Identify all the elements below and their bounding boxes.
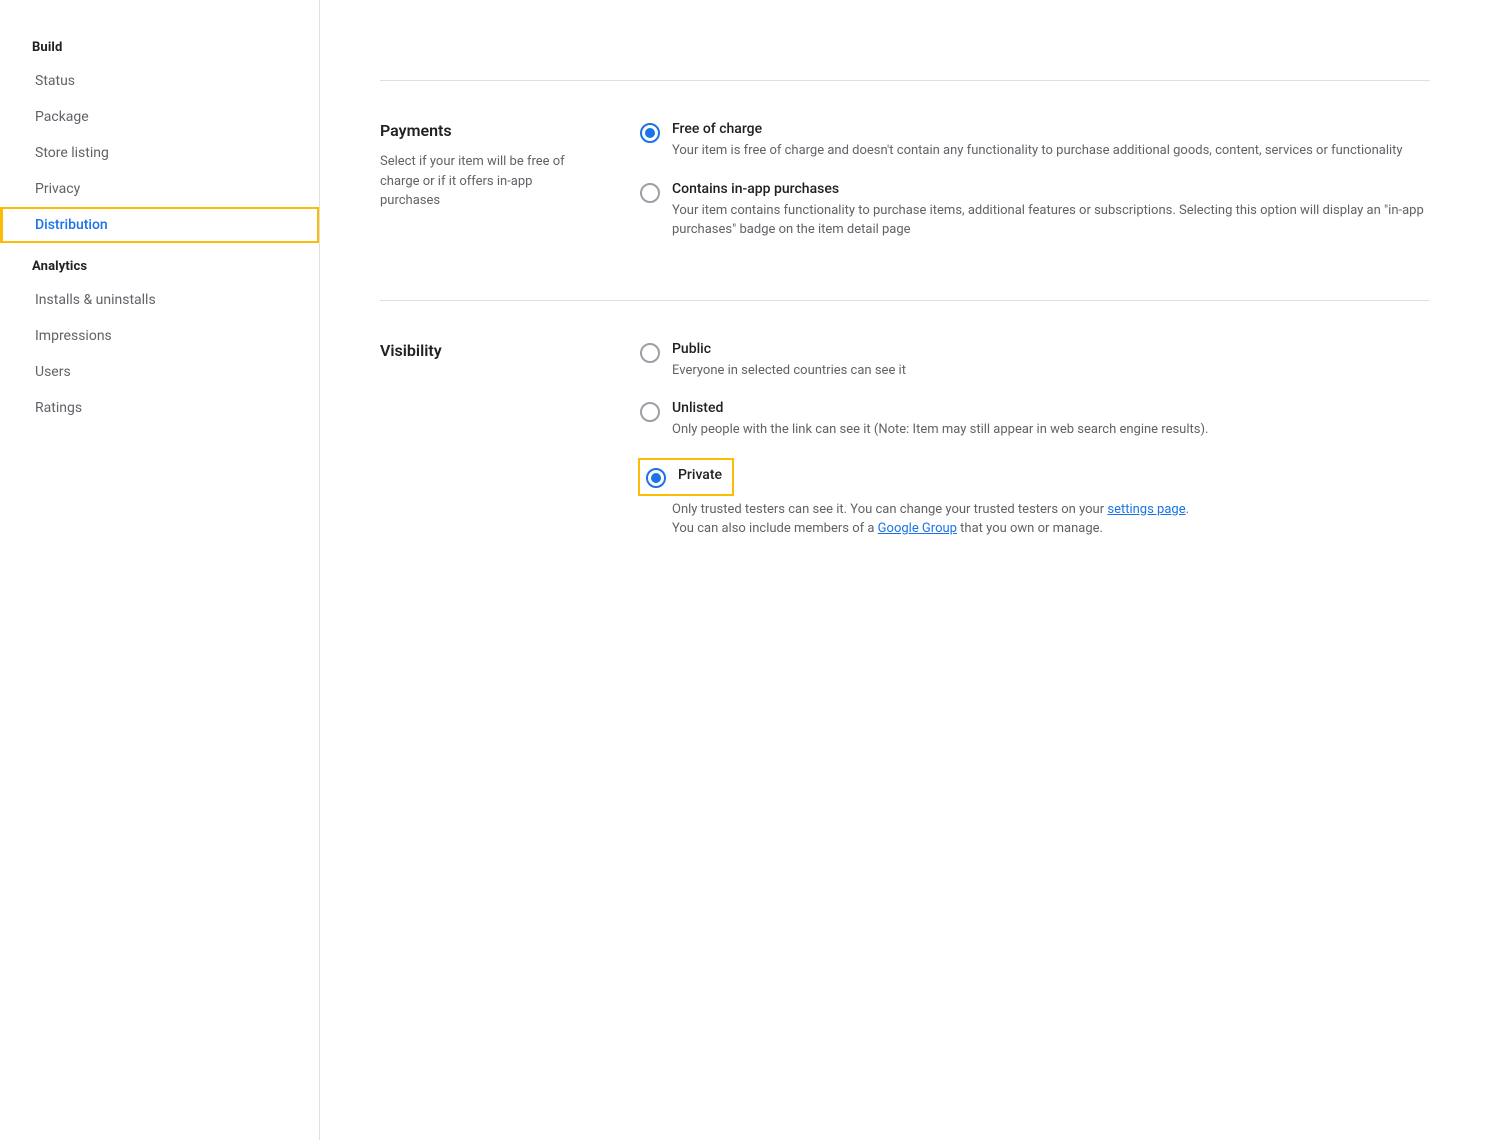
radio-desc-free-of-charge: Your item is free of charge and doesn't …	[672, 141, 1430, 161]
radio-free-of-charge[interactable]	[640, 123, 660, 143]
radio-option-contains-in-app: Contains in-app purchases Your item conta…	[640, 181, 1430, 240]
sidebar-item-privacy[interactable]: Privacy	[0, 171, 319, 207]
section-label-payments: Payments	[380, 121, 580, 140]
section-label-visibility: Visibility	[380, 341, 580, 360]
radio-title-private: Private	[678, 467, 722, 483]
section-payments: Payments Select if your item will be free…	[380, 80, 1430, 300]
radio-desc-contains-in-app: Your item contains functionality to purc…	[672, 201, 1430, 240]
sidebar-section-analytics: Analytics	[0, 243, 319, 282]
sidebar-item-package[interactable]: Package	[0, 99, 319, 135]
radio-unlisted[interactable]	[640, 402, 660, 422]
main-content: Payments Select if your item will be free…	[320, 0, 1490, 1140]
radio-title-free-of-charge: Free of charge	[672, 121, 1430, 137]
radio-contains-in-app[interactable]	[640, 183, 660, 203]
radio-desc-public: Everyone in selected countries can see i…	[672, 361, 1430, 381]
sidebar-item-installs-uninstalls[interactable]: Installs & uninstalls	[0, 282, 319, 318]
section-visibility: Visibility Public Everyone in selected cou…	[380, 300, 1430, 603]
radio-title-unlisted: Unlisted	[672, 400, 1430, 416]
radio-desc-unlisted: Only people with the link can see it (No…	[672, 420, 1430, 440]
sidebar-section-build: Build	[0, 24, 319, 63]
sidebar-item-ratings[interactable]: Ratings	[0, 390, 319, 426]
sidebar-item-status[interactable]: Status	[0, 63, 319, 99]
radio-title-contains-in-app: Contains in-app purchases	[672, 181, 1430, 197]
sidebar-item-distribution[interactable]: Distribution	[0, 207, 319, 243]
sidebar: BuildStatusPackageStore listingPrivacyDi…	[0, 0, 320, 1140]
radio-option-free-of-charge: Free of charge Your item is free of charg…	[640, 121, 1430, 161]
google-group-link[interactable]: Google Group	[878, 521, 957, 536]
sidebar-item-store-listing[interactable]: Store listing	[0, 135, 319, 171]
settings-page-link[interactable]: settings page	[1107, 502, 1185, 517]
radio-private[interactable]	[646, 468, 666, 488]
radio-option-unlisted: Unlisted Only people with the link can se…	[640, 400, 1430, 440]
radio-title-public: Public	[672, 341, 1430, 357]
section-description-payments: Select if your item will be free of char…	[380, 152, 580, 211]
radio-option-public: Public Everyone in selected countries can…	[640, 341, 1430, 381]
radio-option-private: Private Only trusted testers can see it. …	[640, 460, 1430, 539]
sidebar-item-users[interactable]: Users	[0, 354, 319, 390]
radio-desc-private: Only trusted testers can see it. You can…	[672, 500, 1430, 539]
sidebar-item-impressions[interactable]: Impressions	[0, 318, 319, 354]
radio-public[interactable]	[640, 343, 660, 363]
